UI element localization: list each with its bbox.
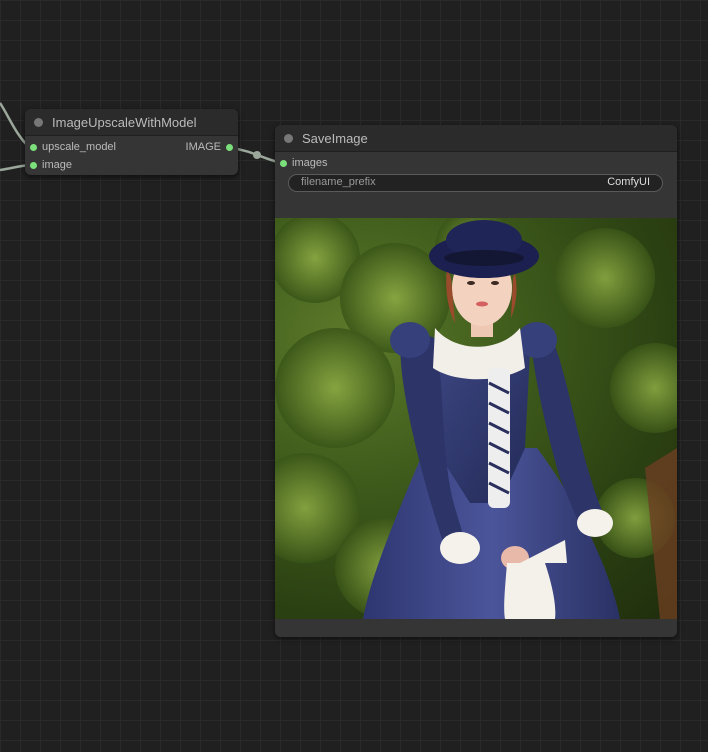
node-title: ImageUpscaleWithModel: [52, 114, 197, 130]
node-image-upscale-with-model[interactable]: ImageUpscaleWithModel upscale_model IMAG…: [25, 109, 238, 175]
link-midpoint-handle[interactable]: [253, 151, 261, 159]
graph-canvas[interactable]: ImageUpscaleWithModel upscale_model IMAG…: [0, 0, 708, 752]
input-slot-upscale-model[interactable]: [30, 144, 37, 151]
collapse-dot-icon[interactable]: [284, 133, 293, 143]
slot-row-image: image: [25, 157, 238, 175]
output-label-image: IMAGE: [185, 141, 221, 153]
node-title-bar[interactable]: SaveImage: [275, 125, 677, 152]
node-title-bar[interactable]: ImageUpscaleWithModel: [25, 109, 238, 136]
input-label-image: image: [42, 159, 72, 171]
input-label-images: images: [292, 157, 328, 169]
node-title: SaveImage: [302, 130, 368, 146]
image-preview[interactable]: [275, 218, 677, 619]
output-slot-image[interactable]: [226, 144, 233, 151]
node-save-image[interactable]: SaveImage images filename_prefix ComfyUI: [275, 125, 677, 637]
input-label-upscale-model: upscale_model: [42, 141, 116, 153]
node-footer: [275, 619, 677, 637]
filename-prefix-label: filename_prefix: [301, 176, 376, 188]
input-slot-images[interactable]: [280, 160, 287, 167]
collapse-dot-icon[interactable]: [34, 117, 43, 127]
input-slot-image[interactable]: [30, 162, 37, 169]
preview-image: [275, 218, 677, 619]
filename-prefix-field[interactable]: filename_prefix ComfyUI: [288, 174, 663, 192]
slot-row-images: images: [275, 155, 677, 173]
slot-row-upscale-model: upscale_model IMAGE: [25, 139, 238, 157]
filename-prefix-value: ComfyUI: [607, 176, 650, 188]
